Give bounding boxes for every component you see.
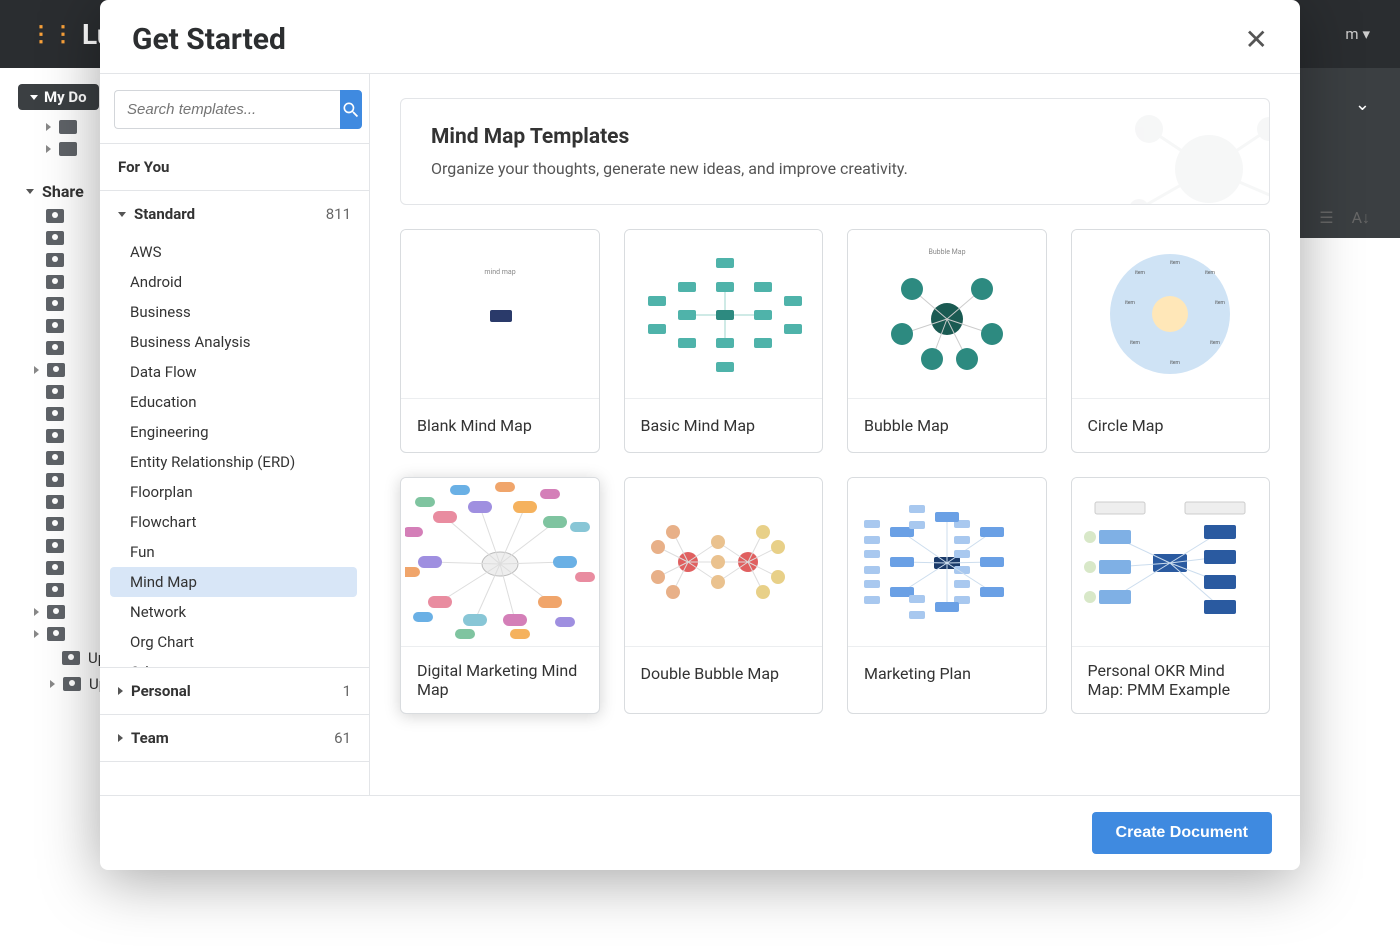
template-thumbnail	[401, 478, 599, 646]
template-label: Personal OKR Mind Map: PMM Example	[1072, 646, 1270, 713]
template-card[interactable]: Marketing Plan	[847, 477, 1047, 714]
category-item[interactable]: Mind Map	[110, 567, 357, 597]
category-item[interactable]: Data Flow	[100, 357, 367, 387]
search-icon	[341, 100, 361, 120]
template-thumbnail: item item item item item item item item	[1072, 230, 1270, 398]
category-item[interactable]: Org Chart	[100, 627, 367, 657]
section-standard[interactable]: Standard 811	[100, 190, 369, 237]
template-grid: mind map Blank Mind Map Basic Mind Map Bubb…	[400, 229, 1270, 714]
section-count: 61	[334, 729, 351, 747]
category-item[interactable]: Flowchart	[100, 507, 367, 537]
section-count: 1	[343, 682, 351, 700]
template-gallery[interactable]: Mind Map Templates Organize your thought…	[370, 74, 1300, 795]
svg-text:Bubble Map: Bubble Map	[928, 248, 965, 256]
template-thumbnail	[625, 230, 823, 398]
category-item[interactable]: Engineering	[100, 417, 367, 447]
template-card[interactable]: Digital Marketing Mind Map	[400, 477, 600, 714]
svg-text:item: item	[1210, 340, 1221, 346]
template-label: Digital Marketing Mind Map	[401, 646, 599, 713]
template-thumbnail	[1072, 478, 1270, 646]
svg-text:item: item	[1170, 260, 1181, 266]
modal-body: For You Standard 811 AWSAndroidBusinessB…	[100, 73, 1300, 795]
svg-text:item: item	[1130, 340, 1141, 346]
template-label: Blank Mind Map	[401, 398, 599, 452]
gallery-intro: Mind Map Templates Organize your thought…	[400, 98, 1270, 205]
create-document-button[interactable]: Create Document	[1092, 812, 1272, 854]
mindmap-deco-icon	[1079, 98, 1270, 205]
section-count: 811	[326, 205, 351, 223]
section-label: Personal	[131, 682, 191, 700]
modal-title: Get Started	[132, 22, 286, 57]
template-thumbnail: mind map	[401, 230, 599, 398]
template-label: Bubble Map	[848, 398, 1046, 452]
section-label: Standard	[134, 205, 195, 223]
template-card[interactable]: item item item item item item item item Circle M…	[1071, 229, 1271, 453]
svg-text:mind map: mind map	[484, 268, 515, 276]
template-search	[100, 74, 369, 143]
search-button[interactable]	[340, 90, 362, 129]
category-item[interactable]: Entity Relationship (ERD)	[100, 447, 367, 477]
modal-footer: Create Document	[100, 795, 1300, 870]
template-thumbnail	[848, 478, 1046, 646]
category-list[interactable]: AWSAndroidBusinessBusiness AnalysisData …	[100, 237, 369, 667]
category-item[interactable]: Fun	[100, 537, 367, 567]
svg-text:item: item	[1205, 270, 1216, 276]
template-label: Circle Map	[1072, 398, 1270, 452]
search-input[interactable]	[114, 90, 340, 129]
section-label: Team	[131, 729, 169, 747]
category-item[interactable]: Android	[100, 267, 367, 297]
template-card[interactable]: Personal OKR Mind Map: PMM Example	[1071, 477, 1271, 714]
category-item[interactable]: AWS	[100, 237, 367, 267]
template-card[interactable]: mind map Blank Mind Map	[400, 229, 600, 453]
template-card[interactable]: Bubble Map Bubble Map	[847, 229, 1047, 453]
svg-text:item: item	[1125, 300, 1136, 306]
section-personal[interactable]: Personal 1	[100, 667, 369, 714]
section-team[interactable]: Team 61	[100, 714, 369, 762]
template-card[interactable]: Basic Mind Map	[624, 229, 824, 453]
chevron-down-icon	[118, 212, 126, 217]
svg-text:item: item	[1215, 300, 1226, 306]
category-item[interactable]: Business Analysis	[100, 327, 367, 357]
template-label: Marketing Plan	[848, 646, 1046, 700]
template-label: Double Bubble Map	[625, 646, 823, 700]
modal-header: Get Started ✕	[100, 0, 1300, 73]
category-item[interactable]: Network	[100, 597, 367, 627]
category-item[interactable]: Business	[100, 297, 367, 327]
category-item[interactable]: Floorplan	[100, 477, 367, 507]
svg-text:item: item	[1170, 360, 1181, 366]
category-item[interactable]: Education	[100, 387, 367, 417]
template-thumbnail	[625, 478, 823, 646]
get-started-modal: Get Started ✕ For You Standard 811 AWSAn…	[100, 0, 1300, 870]
template-label: Basic Mind Map	[625, 398, 823, 452]
section-for-you[interactable]: For You	[100, 143, 369, 190]
section-label: For You	[118, 158, 169, 176]
template-sidebar: For You Standard 811 AWSAndroidBusinessB…	[100, 74, 370, 795]
svg-text:item: item	[1135, 270, 1146, 276]
chevron-right-icon	[118, 687, 123, 695]
category-item[interactable]: Other	[100, 657, 367, 667]
chevron-right-icon	[118, 734, 123, 742]
template-card[interactable]: Double Bubble Map	[624, 477, 824, 714]
close-icon[interactable]: ✕	[1245, 26, 1268, 54]
template-thumbnail: Bubble Map	[848, 230, 1046, 398]
